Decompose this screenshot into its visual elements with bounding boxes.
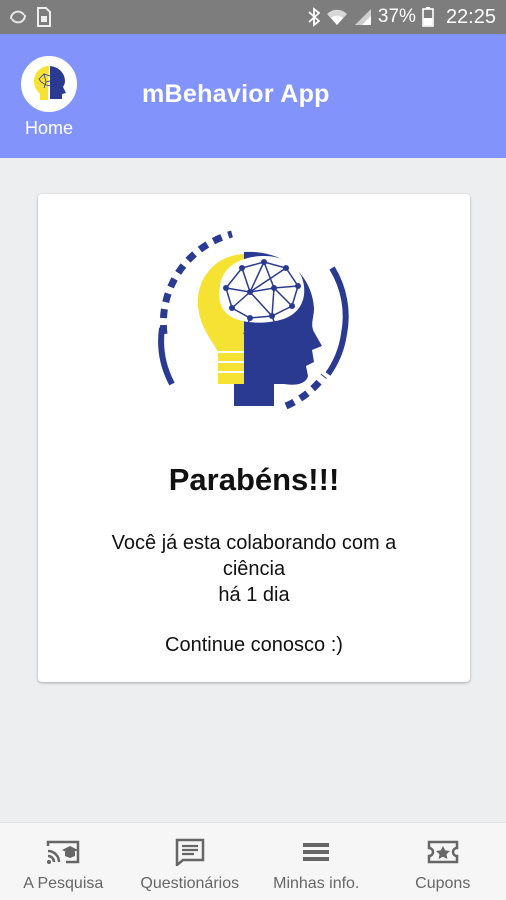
home-label: Home bbox=[24, 118, 73, 138]
congrats-card: Parabéns!!! Você já esta colaborando com… bbox=[38, 194, 470, 682]
bluetooth-icon bbox=[308, 7, 320, 27]
nav-label-minhas-info: Minhas info. bbox=[273, 875, 360, 892]
app-bar: Home mBehavior App bbox=[0, 34, 506, 158]
app-title: mBehavior App bbox=[142, 80, 330, 108]
nav-label-cupons: Cupons bbox=[415, 875, 471, 892]
home-logo-icon bbox=[21, 56, 77, 112]
wifi-icon bbox=[326, 8, 348, 26]
clock-time: 22:25 bbox=[445, 5, 496, 28]
nav-label-pesquisa: A Pesquisa bbox=[23, 875, 104, 892]
nav-item-cupons[interactable]: Cupons bbox=[380, 823, 506, 900]
cast-school-icon bbox=[46, 837, 80, 867]
battery-icon bbox=[422, 7, 434, 27]
chat-list-icon bbox=[173, 837, 207, 867]
signal-icon bbox=[354, 8, 372, 26]
battery-percent: 37% bbox=[377, 6, 416, 27]
status-right: 37% 22:25 bbox=[308, 6, 496, 29]
bottom-navigation: A Pesquisa Questionários Minhas info. Cu… bbox=[0, 822, 506, 900]
nav-label-questionarios: Questionários bbox=[140, 875, 240, 892]
congrats-title: Parabéns!!! bbox=[168, 462, 340, 497]
menu-lines-icon bbox=[299, 837, 333, 867]
collaboration-message: Você já esta colaborando com a ciência h… bbox=[68, 530, 440, 608]
message-line-3: há 1 dia bbox=[218, 584, 290, 606]
nav-item-questionarios[interactable]: Questionários bbox=[127, 823, 254, 900]
sim-card-icon bbox=[36, 7, 52, 27]
nav-item-minhas-info[interactable]: Minhas info. bbox=[253, 823, 380, 900]
message-line-2: ciência bbox=[222, 558, 286, 580]
brain-lightbulb-logo-icon bbox=[146, 216, 362, 426]
ticket-star-icon bbox=[426, 837, 460, 867]
continue-message: Continue conosco :) bbox=[165, 634, 343, 656]
nav-item-pesquisa[interactable]: A Pesquisa bbox=[0, 823, 127, 900]
status-bar: 37% 22:25 bbox=[0, 0, 506, 34]
message-line-1: Você já esta colaborando com a bbox=[111, 532, 397, 554]
status-left bbox=[8, 7, 52, 27]
home-button[interactable]: Home bbox=[18, 56, 80, 140]
sync-icon bbox=[8, 9, 28, 25]
